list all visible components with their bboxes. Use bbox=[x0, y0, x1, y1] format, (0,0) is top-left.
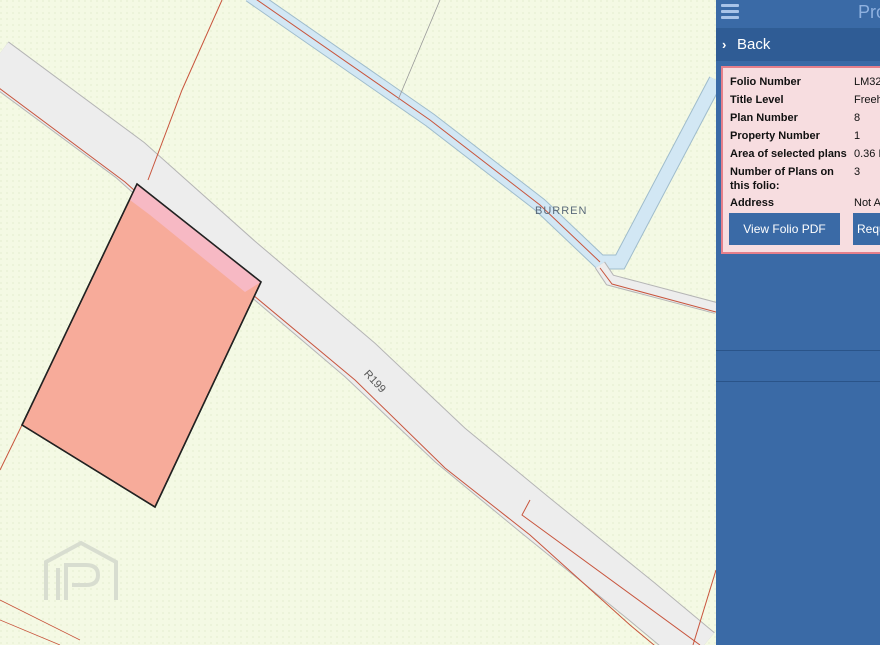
hamburger-menu-icon[interactable] bbox=[721, 4, 739, 20]
chevron-right-icon: › bbox=[722, 37, 727, 52]
back-button[interactable]: › Back bbox=[716, 29, 880, 61]
info-value: Freeh bbox=[854, 94, 880, 106]
info-key: Title Level bbox=[730, 94, 784, 106]
info-key: Address bbox=[730, 197, 775, 209]
info-key: Plan Number bbox=[730, 112, 798, 124]
panel-title: Pro bbox=[858, 2, 880, 22]
info-value: 3 bbox=[854, 166, 861, 178]
back-label: Back bbox=[737, 36, 771, 53]
view-folio-pdf-button[interactable]: View Folio PDF bbox=[729, 213, 840, 245]
property-panel: Pro › Back Folio Number LM32 Title Level… bbox=[716, 0, 880, 645]
panel-divider bbox=[716, 350, 880, 351]
panel-header: Pro bbox=[716, 0, 880, 29]
folio-info-box: Folio Number LM32 Title Level Freeh Plan… bbox=[721, 66, 880, 254]
info-value: 0.36 H bbox=[854, 148, 880, 160]
info-key: Number of Plans on this folio: bbox=[730, 166, 834, 192]
info-value: LM32 bbox=[854, 76, 880, 88]
info-value: Not A bbox=[854, 197, 880, 209]
info-key: Property Number bbox=[730, 130, 820, 142]
info-key: Area of selected plans bbox=[730, 148, 847, 160]
property-logo-icon bbox=[42, 540, 120, 602]
request-button[interactable]: Requ bbox=[853, 213, 880, 245]
info-value: 1 bbox=[854, 130, 861, 142]
info-value: 8 bbox=[854, 112, 861, 124]
panel-divider bbox=[716, 381, 880, 382]
place-label-burren: BURREN bbox=[535, 205, 588, 217]
map-view[interactable]: BURREN R199 bbox=[0, 0, 716, 645]
info-key: Folio Number bbox=[730, 76, 801, 88]
